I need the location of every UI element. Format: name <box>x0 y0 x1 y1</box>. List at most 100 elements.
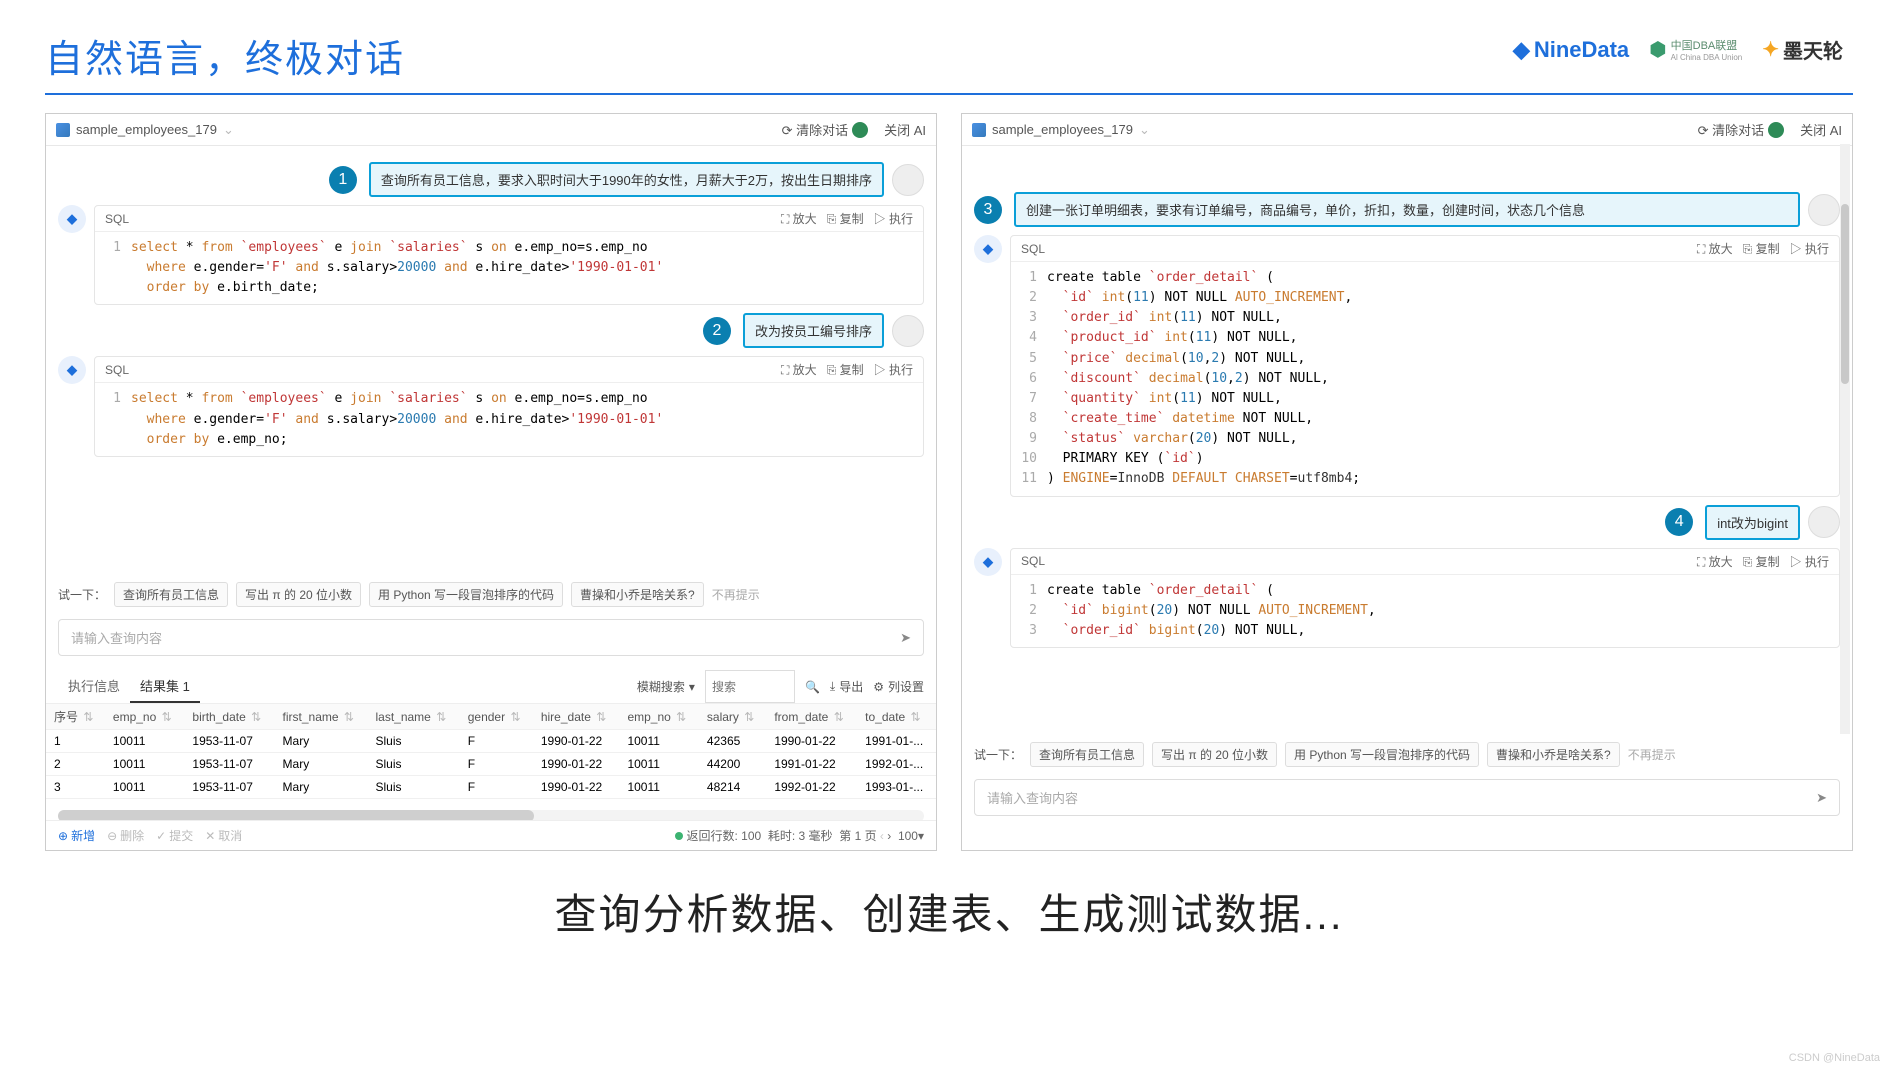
table-cell: 1992-01-... <box>857 753 936 776</box>
close-ai-button[interactable]: 关闭 AI <box>1800 120 1842 139</box>
dba-logo: ⬢中国DBA联盟Al China DBA Union <box>1649 37 1742 62</box>
table-header[interactable]: emp_no ⇅ <box>105 704 184 730</box>
divider <box>45 93 1853 95</box>
expand-button[interactable]: ⛶ 放大 <box>1697 240 1733 257</box>
suggest-chip[interactable]: 查询所有员工信息 <box>114 582 228 607</box>
page-size[interactable]: 100 <box>898 829 918 843</box>
expand-button[interactable]: ⛶ 放大 <box>781 210 817 227</box>
no-hint-button[interactable]: 不再提示 <box>1628 746 1676 763</box>
ai-message-4: ◆ SQL ⛶ 放大 ⎘ 复制 ▷ 执行 1create table `orde… <box>974 548 1840 648</box>
watermark: CSDN @NineData <box>1789 1052 1880 1064</box>
run-button[interactable]: ▷ 执行 <box>1790 240 1829 257</box>
table-row[interactable]: 1100111953-11-07MarySluisF1990-01-221001… <box>46 730 936 753</box>
copy-button[interactable]: ⎘ 复制 <box>1743 240 1780 257</box>
table-row[interactable]: 2100111953-11-07MarySluisF1990-01-221001… <box>46 753 936 776</box>
sql-code-4: 1create table `order_detail` (2 `id` big… <box>1011 575 1839 647</box>
result-tabs: 执行信息 结果集 1 模糊搜索 ▾ 🔍 ⤓ 导出 ⚙ 列设置 <box>46 666 936 704</box>
search-icon[interactable]: 🔍 <box>805 670 820 703</box>
db-name[interactable]: sample_employees_179 <box>76 122 217 137</box>
cancel-button[interactable]: ✕ 取消 <box>205 827 242 844</box>
table-header[interactable]: to_date ⇅ <box>857 704 936 730</box>
user-message-1: 1 查询所有员工信息，要求入职时间大于1990年的女性，月薪大于2万，按出生日期… <box>58 162 924 197</box>
table-header[interactable]: first_name ⇅ <box>275 704 368 730</box>
chat-input[interactable]: 请输入查询内容 ➤ <box>974 779 1840 816</box>
table-cell: Sluis <box>367 776 459 799</box>
run-button[interactable]: ▷ 执行 <box>1790 553 1829 570</box>
add-row-button[interactable]: ⊕ 新增 <box>58 827 95 844</box>
run-button[interactable]: ▷ 执行 <box>874 361 913 378</box>
sql-label: SQL <box>1021 242 1045 256</box>
delete-row-button[interactable]: ⊖ 删除 <box>107 827 144 844</box>
table-row[interactable]: 3100111953-11-07MarySluisF1990-01-221001… <box>46 776 936 799</box>
table-cell: 10011 <box>619 776 698 799</box>
export-button[interactable]: ⤓ 导出 <box>830 670 863 703</box>
clear-chat-button[interactable]: ⟳ 清除对话 <box>782 120 849 139</box>
vertical-scrollbar[interactable] <box>1840 144 1850 734</box>
table-cell: 44200 <box>699 753 766 776</box>
sql-label: SQL <box>105 363 129 377</box>
close-ai-button[interactable]: 关闭 AI <box>884 120 926 139</box>
table-cell: Sluis <box>367 753 459 776</box>
table-cell: 1 <box>46 730 105 753</box>
suggest-chip[interactable]: 曹操和小乔是啥关系? <box>1487 742 1620 767</box>
user-avatar <box>892 315 924 347</box>
table-cell: 2 <box>46 753 105 776</box>
table-header[interactable]: 序号 ⇅ <box>46 704 105 730</box>
suggest-label: 试一下： <box>58 586 106 603</box>
commit-button[interactable]: ✓ 提交 <box>156 827 193 844</box>
chevron-down-icon[interactable]: ⌄ <box>1139 122 1150 138</box>
table-header[interactable]: from_date ⇅ <box>766 704 857 730</box>
table-cell: F <box>460 753 533 776</box>
send-icon[interactable]: ➤ <box>1816 790 1827 806</box>
table-header[interactable]: last_name ⇅ <box>367 704 459 730</box>
expand-button[interactable]: ⛶ 放大 <box>781 361 817 378</box>
copy-button[interactable]: ⎘ 复制 <box>1743 553 1780 570</box>
suggest-chip[interactable]: 曹操和小乔是啥关系? <box>571 582 704 607</box>
database-icon <box>56 123 70 137</box>
table-header[interactable]: birth_date ⇅ <box>184 704 274 730</box>
suggest-chip[interactable]: 查询所有员工信息 <box>1030 742 1144 767</box>
step-badge-2: 2 <box>703 317 731 345</box>
run-button[interactable]: ▷ 执行 <box>874 210 913 227</box>
table-cell: 10011 <box>619 753 698 776</box>
suggest-chip[interactable]: 写出 π 的 20 位小数 <box>1152 742 1277 767</box>
table-cell: 10011 <box>619 730 698 753</box>
panel-header: sample_employees_179 ⌄ ⟳ 清除对话 关闭 AI <box>962 114 1852 146</box>
table-cell: Sluis <box>367 730 459 753</box>
suggest-chip[interactable]: 用 Python 写一段冒泡排序的代码 <box>369 582 563 607</box>
suggest-chip[interactable]: 写出 π 的 20 位小数 <box>236 582 361 607</box>
clear-chat-button[interactable]: ⟳ 清除对话 <box>1698 120 1765 139</box>
ai-badge-icon <box>852 122 868 138</box>
search-input[interactable] <box>705 670 795 703</box>
user-message-3: 3 创建一张订单明细表，要求有订单编号，商品编号，单价，折扣，数量，创建时间，状… <box>974 192 1840 227</box>
page-prev-icon[interactable]: ‹ <box>880 829 884 843</box>
database-icon <box>972 123 986 137</box>
db-name[interactable]: sample_employees_179 <box>992 122 1133 137</box>
copy-button[interactable]: ⎘ 复制 <box>827 210 864 227</box>
no-hint-button[interactable]: 不再提示 <box>712 586 760 603</box>
tab-exec-info[interactable]: 执行信息 <box>58 670 130 703</box>
chat-input[interactable]: 请输入查询内容 ➤ <box>58 619 924 656</box>
table-header[interactable]: emp_no ⇅ <box>619 704 698 730</box>
ai-message-2: ◆ SQL ⛶ 放大 ⎘ 复制 ▷ 执行 1select * from `emp… <box>58 356 924 456</box>
expand-button[interactable]: ⛶ 放大 <box>1697 553 1733 570</box>
table-header[interactable]: hire_date ⇅ <box>533 704 620 730</box>
tab-result-set[interactable]: 结果集 1 <box>130 670 200 703</box>
fuzzy-search-select[interactable]: 模糊搜索 ▾ <box>637 670 695 703</box>
send-icon[interactable]: ➤ <box>900 630 911 646</box>
page-label: 第 1 页 <box>839 827 876 844</box>
table-header[interactable]: gender ⇅ <box>460 704 533 730</box>
sql-code-2: 1select * from `employees` e join `salar… <box>95 383 923 455</box>
step-badge-4: 4 <box>1665 508 1693 536</box>
table-cell: 1991-01-22 <box>766 753 857 776</box>
page-next-icon[interactable]: › <box>887 829 891 843</box>
table-cell: 1991-01-... <box>857 730 936 753</box>
copy-button[interactable]: ⎘ 复制 <box>827 361 864 378</box>
suggest-chip[interactable]: 用 Python 写一段冒泡排序的代码 <box>1285 742 1479 767</box>
user-avatar <box>892 164 924 196</box>
table-header[interactable]: salary ⇅ <box>699 704 766 730</box>
column-settings-button[interactable]: ⚙ 列设置 <box>873 670 924 703</box>
chevron-down-icon[interactable]: ⌄ <box>223 122 234 138</box>
table-cell: Mary <box>275 753 368 776</box>
step-badge-1: 1 <box>329 166 357 194</box>
